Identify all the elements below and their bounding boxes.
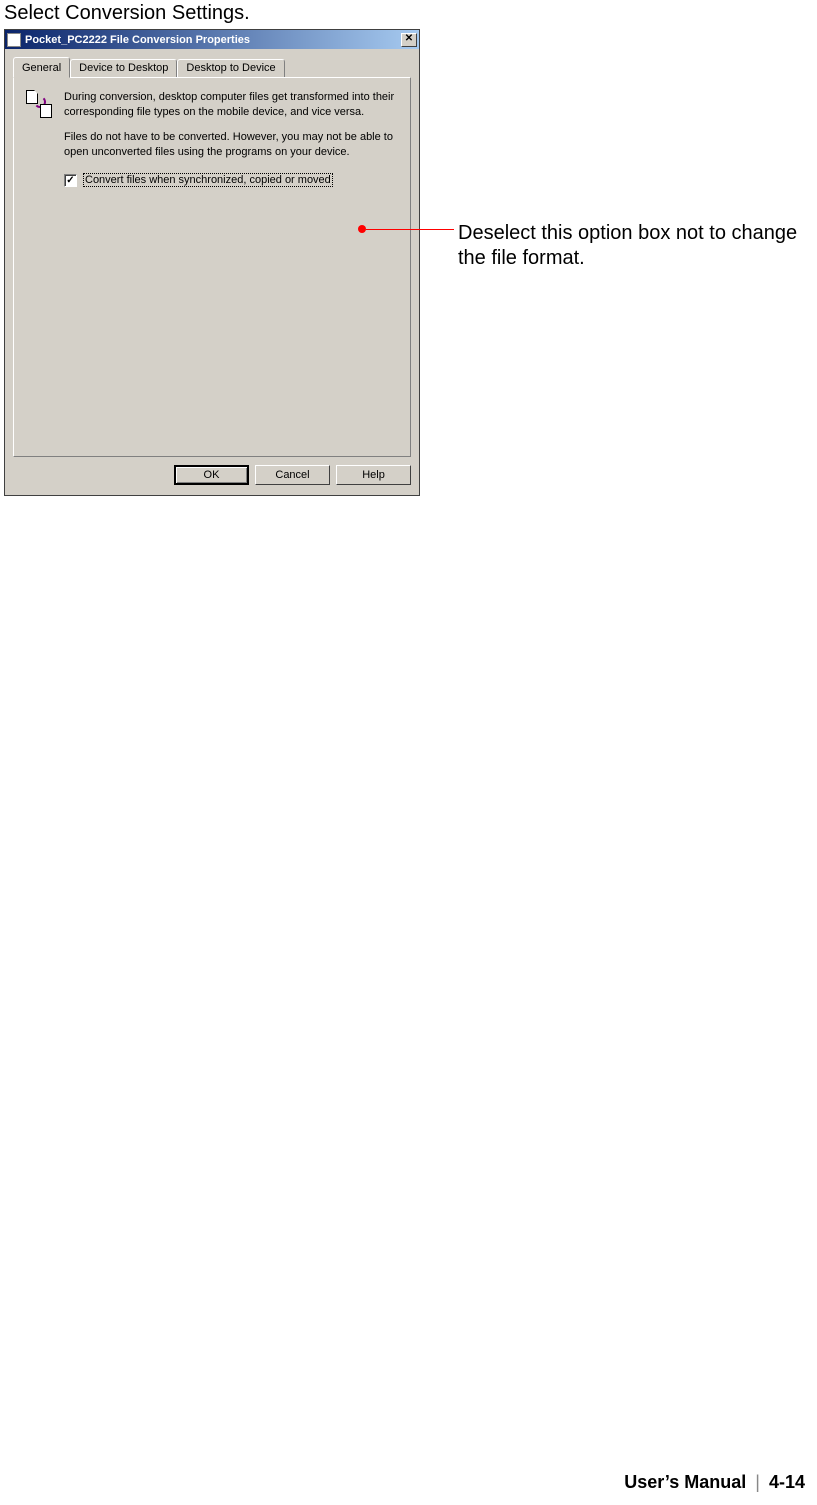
callout-dot-icon [358,225,366,233]
cancel-button[interactable]: Cancel [255,465,330,485]
sync-docs-icon [24,90,54,118]
page-footer: User’s Manual | 4-14 [624,1472,805,1493]
convert-checkbox-row: Convert files when synchronized, copied … [64,173,400,187]
titlebar-left: Pocket_PC2222 File Conversion Properties [7,33,250,47]
callout: Deselect this option box not to change t… [358,221,798,271]
footer-manual-label: User’s Manual [624,1472,746,1492]
tab-strip: General Device to Desktop Desktop to Dev… [13,57,411,77]
description-text: During conversion, desktop computer file… [64,90,400,169]
description-row: During conversion, desktop computer file… [24,90,400,169]
callout-line [366,229,454,230]
ok-button[interactable]: OK [174,465,249,485]
dialog-button-row: OK Cancel Help [13,465,411,485]
footer-page-number: 4-14 [769,1472,805,1492]
window-title: Pocket_PC2222 File Conversion Properties [25,34,250,46]
convert-checkbox-label[interactable]: Convert files when synchronized, copied … [83,173,333,187]
close-button[interactable]: ✕ [401,33,417,47]
app-icon [7,33,21,47]
convert-checkbox[interactable] [64,174,77,187]
description-paragraph-1: During conversion, desktop computer file… [64,90,400,120]
tab-device-to-desktop[interactable]: Device to Desktop [70,59,177,77]
tab-desktop-to-device[interactable]: Desktop to Device [177,59,284,77]
page-heading: Select Conversion Settings. [0,0,817,25]
footer-separator: | [751,1472,764,1492]
description-paragraph-2: Files do not have to be converted. Howev… [64,130,400,160]
callout-text: Deselect this option box not to change t… [458,221,798,271]
help-button[interactable]: Help [336,465,411,485]
titlebar: Pocket_PC2222 File Conversion Properties… [5,30,419,49]
tab-general[interactable]: General [13,57,70,78]
dialog-body: General Device to Desktop Desktop to Dev… [5,49,419,495]
tab-panel-general: During conversion, desktop computer file… [13,77,411,457]
